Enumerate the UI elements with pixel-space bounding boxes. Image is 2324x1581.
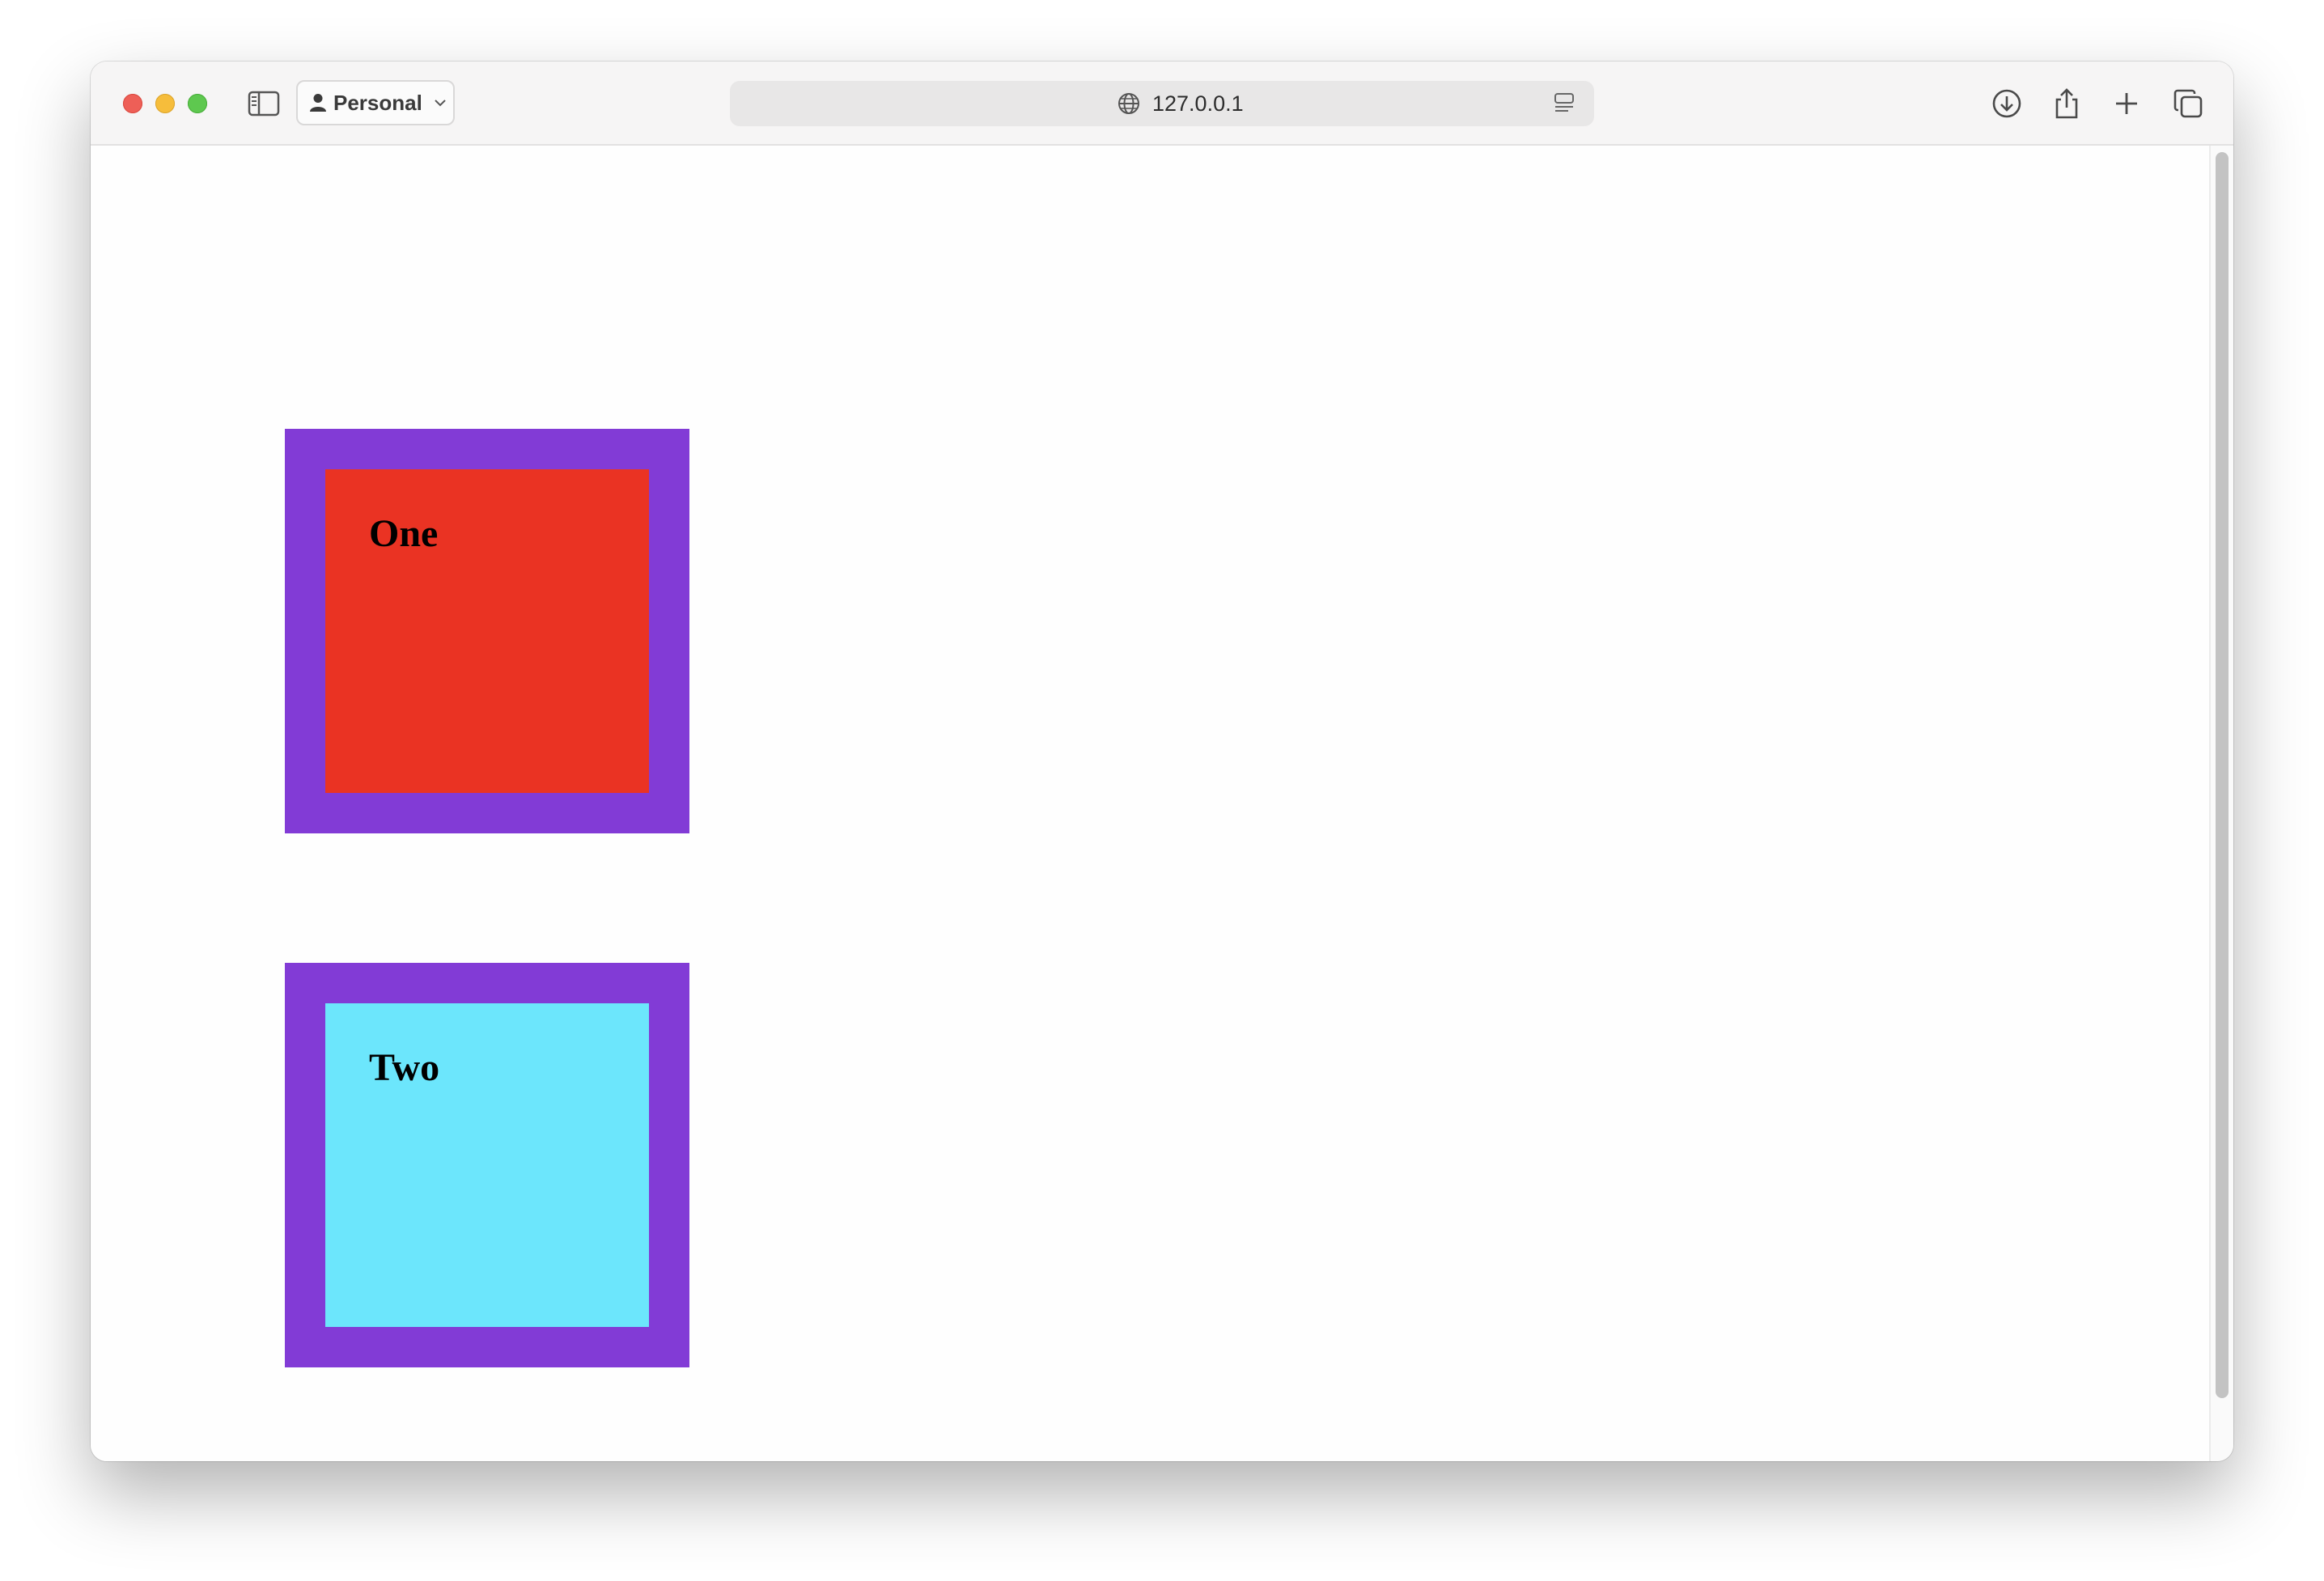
vertical-scrollbar[interactable] — [2209, 146, 2233, 1461]
plus-icon — [2116, 93, 2137, 114]
browser-window: Personal 127.0.0.1 One Two — [91, 61, 2233, 1461]
tabs-overview-icon — [2173, 89, 2203, 118]
reader-icon[interactable] — [1552, 91, 1576, 116]
tab-overview-button[interactable] — [2170, 86, 2206, 121]
profile-button[interactable]: Personal — [296, 80, 455, 125]
box-one: One — [325, 469, 649, 793]
globe-icon — [1118, 93, 1139, 114]
downloads-button[interactable] — [1989, 86, 2025, 121]
browser-toolbar: Personal 127.0.0.1 — [91, 61, 2233, 146]
address-text: 127.0.0.1 — [1152, 91, 1244, 116]
close-window-button[interactable] — [123, 94, 142, 113]
profile-label: Personal — [333, 90, 422, 115]
new-tab-button[interactable] — [2109, 86, 2144, 121]
address-bar[interactable]: 127.0.0.1 — [730, 81, 1594, 126]
minimize-window-button[interactable] — [155, 94, 175, 113]
chevron-down-icon — [434, 98, 447, 108]
box-one-title: One — [369, 512, 439, 555]
sidebar-icon — [248, 91, 280, 117]
scrollbar-thumb[interactable] — [2216, 152, 2229, 1398]
person-icon — [310, 94, 326, 112]
page-content: One Two — [91, 146, 2209, 1461]
box-two: Two — [325, 1003, 649, 1327]
download-icon — [1992, 89, 2021, 118]
box-one-frame: One — [285, 429, 689, 833]
maximize-window-button[interactable] — [188, 94, 207, 113]
share-button[interactable] — [2049, 86, 2084, 121]
sidebar-toggle-button[interactable] — [244, 87, 283, 120]
box-two-title: Two — [369, 1046, 440, 1089]
box-two-frame: Two — [285, 963, 689, 1367]
share-icon — [2055, 88, 2078, 119]
